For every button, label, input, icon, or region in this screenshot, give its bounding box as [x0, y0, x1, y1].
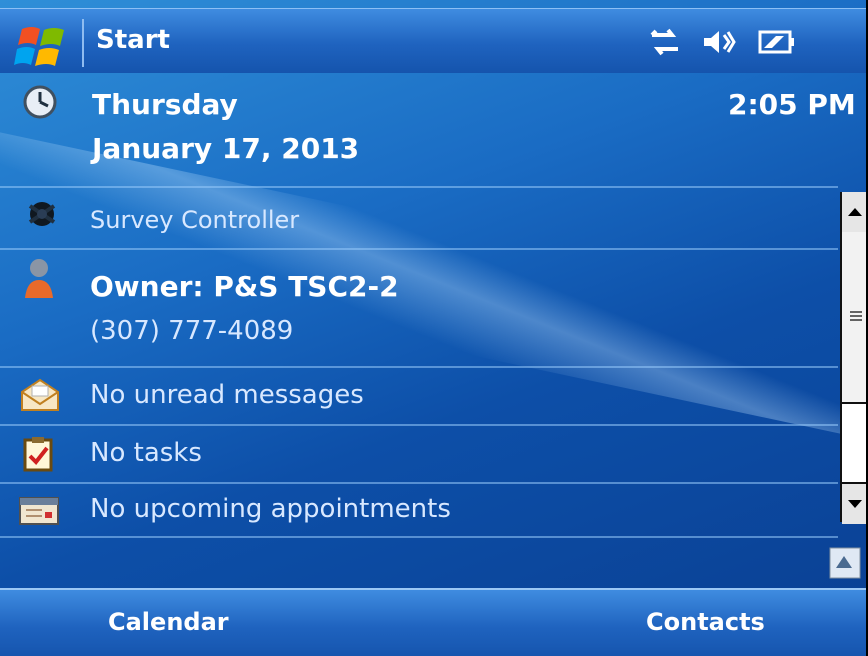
divider — [0, 536, 838, 538]
tasks-item[interactable]: No tasks — [90, 438, 202, 468]
clock-icon — [22, 84, 58, 124]
scroll-up-button[interactable] — [842, 192, 866, 234]
today-screen: Start Thursday January 17, 2013 2:05 PM … — [0, 0, 866, 656]
envelope-icon — [18, 378, 62, 418]
tasks-icon — [22, 436, 54, 476]
title-bar: Start — [0, 8, 866, 73]
divider — [0, 366, 838, 368]
owner-name[interactable]: Owner: P&S TSC2-2 — [90, 270, 399, 303]
start-menu-title[interactable]: Start — [96, 25, 170, 55]
day-label[interactable]: Thursday — [92, 88, 238, 121]
messages-item[interactable]: No unread messages — [90, 380, 364, 410]
survey-controller-icon — [24, 196, 64, 236]
windows-start-icon[interactable] — [14, 25, 74, 69]
survey-controller-item[interactable]: Survey Controller — [90, 206, 299, 234]
calendar-softkey[interactable]: Calendar — [108, 608, 229, 636]
battery-icon[interactable] — [756, 27, 796, 61]
divider — [0, 186, 838, 188]
contacts-softkey[interactable]: Contacts — [646, 608, 765, 636]
owner-icon — [22, 256, 56, 304]
arrow-up-icon — [848, 208, 862, 216]
softkey-bar: Calendar Contacts — [0, 588, 866, 656]
thumb-grip-icon — [850, 311, 862, 321]
appointments-item[interactable]: No upcoming appointments — [90, 494, 451, 524]
scroll-thumb[interactable] — [842, 232, 866, 404]
system-tray — [648, 27, 796, 61]
calendar-icon — [18, 494, 60, 532]
time-label[interactable]: 2:05 PM — [728, 88, 856, 121]
connectivity-icon[interactable] — [648, 27, 682, 61]
volume-icon[interactable] — [702, 27, 736, 61]
arrow-down-icon — [848, 500, 862, 508]
title-separator — [82, 19, 84, 67]
scroll-down-button[interactable] — [842, 482, 866, 524]
divider — [0, 424, 838, 426]
date-label[interactable]: January 17, 2013 — [92, 132, 359, 165]
divider — [0, 482, 838, 484]
input-panel-icon[interactable] — [828, 546, 862, 584]
owner-phone[interactable]: (307) 777-4089 — [90, 316, 293, 346]
vertical-scrollbar[interactable] — [840, 192, 866, 524]
divider — [0, 248, 838, 250]
